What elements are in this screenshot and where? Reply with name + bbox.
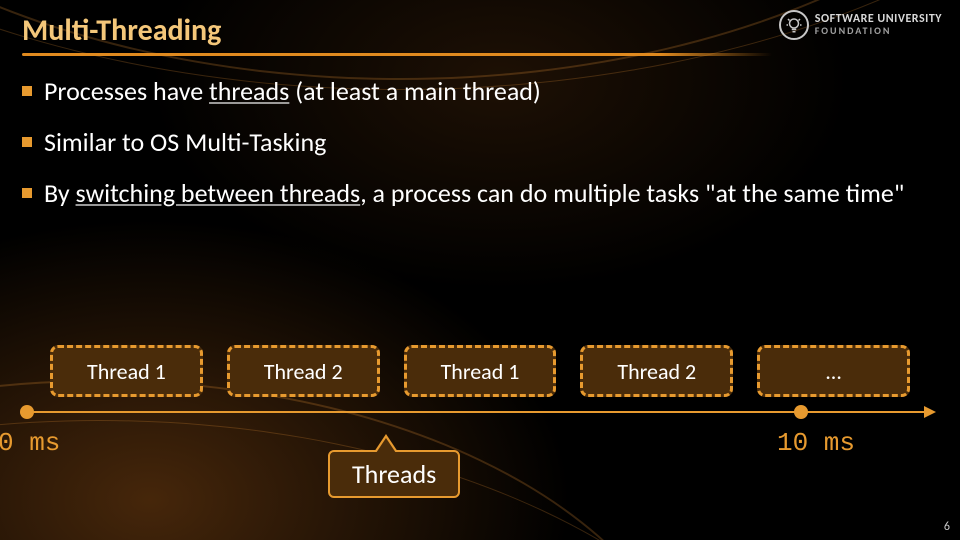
thread-box: Thread 1 xyxy=(50,345,203,397)
bullet-list: Processes have threads (at least a main … xyxy=(22,74,938,211)
thread-box: Thread 1 xyxy=(404,345,557,397)
timeline-end-label: 10 ms xyxy=(777,428,855,458)
timeline-line xyxy=(22,411,928,413)
bullet-1-suffix: (at least a main thread) xyxy=(289,75,540,107)
bullet-3-suffix: , a process can do multiple tasks "at th… xyxy=(360,177,904,209)
bullet-1-prefix: Processes have xyxy=(44,75,209,107)
slide: SOFTWARE UNIVERSITY FOUNDATION Multi-Thr… xyxy=(0,0,960,540)
timeline-start-dot xyxy=(20,405,34,419)
thread-boxes-row: Thread 1 Thread 2 Thread 1 Thread 2 … xyxy=(22,345,938,397)
bullet-2: Similar to OS Multi-Tasking xyxy=(22,125,938,160)
bullet-3: By switching between threads, a process … xyxy=(22,176,938,211)
thread-diagram: Thread 1 Thread 2 Thread 1 Thread 2 … xyxy=(22,345,938,423)
timeline-start-label: 0 ms xyxy=(0,428,60,458)
page-number: 6 xyxy=(944,520,950,534)
thread-box: Thread 2 xyxy=(580,345,733,397)
bullet-1: Processes have threads (at least a main … xyxy=(22,74,938,109)
thread-box: Thread 2 xyxy=(227,345,380,397)
timeline xyxy=(22,403,938,423)
logo: SOFTWARE UNIVERSITY FOUNDATION xyxy=(779,10,942,40)
logo-line2: FOUNDATION xyxy=(815,26,942,37)
bullet-1-underlined: threads xyxy=(209,75,289,107)
bullet-3-underlined: switching between threads xyxy=(76,177,361,209)
lightbulb-icon xyxy=(779,10,809,40)
timeline-end-dot xyxy=(794,405,808,419)
thread-box: … xyxy=(757,345,910,397)
bullet-3-prefix: By xyxy=(44,177,76,209)
threads-callout: Threads xyxy=(328,450,460,498)
logo-text: SOFTWARE UNIVERSITY FOUNDATION xyxy=(815,13,942,36)
